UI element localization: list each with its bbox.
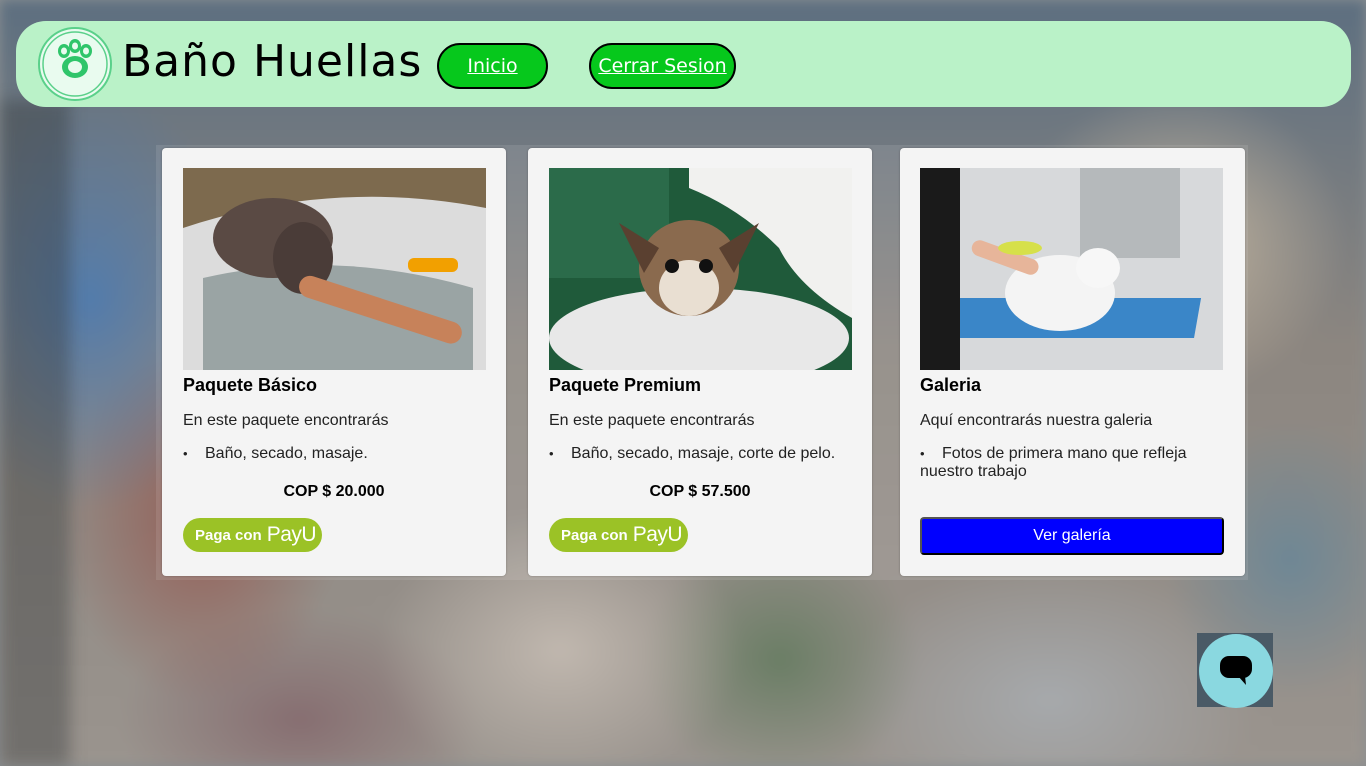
nav-logout-button[interactable]: Cerrar Sesion (589, 43, 736, 89)
payu-pay-button[interactable]: Paga con PayU (549, 518, 688, 552)
nav-inicio-button[interactable]: Inicio (437, 43, 548, 89)
card-title: Paquete Premium (549, 375, 702, 395)
card-basic-package: Paquete Básico En este paquete encontrar… (162, 148, 506, 576)
chat-bubble-icon[interactable] (1199, 634, 1273, 708)
dog-bath-photo (183, 168, 486, 370)
payu-logo-icon: PayU (266, 523, 317, 546)
card-title: Galeria (920, 375, 982, 395)
card-title: Paquete Básico (183, 375, 318, 395)
cat-grooming-photo (920, 168, 1223, 370)
view-gallery-button[interactable]: Ver galería (920, 517, 1224, 555)
list-item: Baño, secado, masaje. (183, 445, 483, 463)
list-item: Fotos de primera mano que refleja nuestr… (920, 445, 1220, 481)
payu-prefix: Paga con (561, 526, 628, 544)
card-description: En este paquete encontrarás (183, 412, 389, 429)
payu-pay-button[interactable]: Paga con PayU (183, 518, 322, 552)
card-price: COP $ 57.500 (649, 483, 751, 500)
card-description: En este paquete encontrarás (549, 412, 755, 429)
card-premium-package: Paquete Premium En este paquete encontra… (528, 148, 872, 576)
card-price: COP $ 20.000 (283, 483, 385, 500)
card-feature-list: Baño, secado, masaje, corte de pelo. (549, 445, 849, 463)
chihuahua-towel-photo (549, 168, 852, 370)
list-item: Baño, secado, masaje, corte de pelo. (549, 445, 849, 463)
top-header: Baño Huellas Inicio Cerrar Sesion (16, 21, 1351, 107)
brand-title: Baño Huellas (122, 36, 423, 87)
card-feature-list: Fotos de primera mano que refleja nuestr… (920, 445, 1220, 481)
card-description: Aquí encontrarás nuestra galeria (920, 412, 1153, 429)
paw-logo-icon[interactable] (38, 27, 112, 101)
payu-logo-icon: PayU (632, 523, 683, 546)
background-shade (0, 100, 70, 766)
card-gallery: Galeria Aquí encontrarás nuestra galeria… (900, 148, 1245, 576)
card-feature-list: Baño, secado, masaje. (183, 445, 483, 463)
payu-prefix: Paga con (195, 526, 262, 544)
